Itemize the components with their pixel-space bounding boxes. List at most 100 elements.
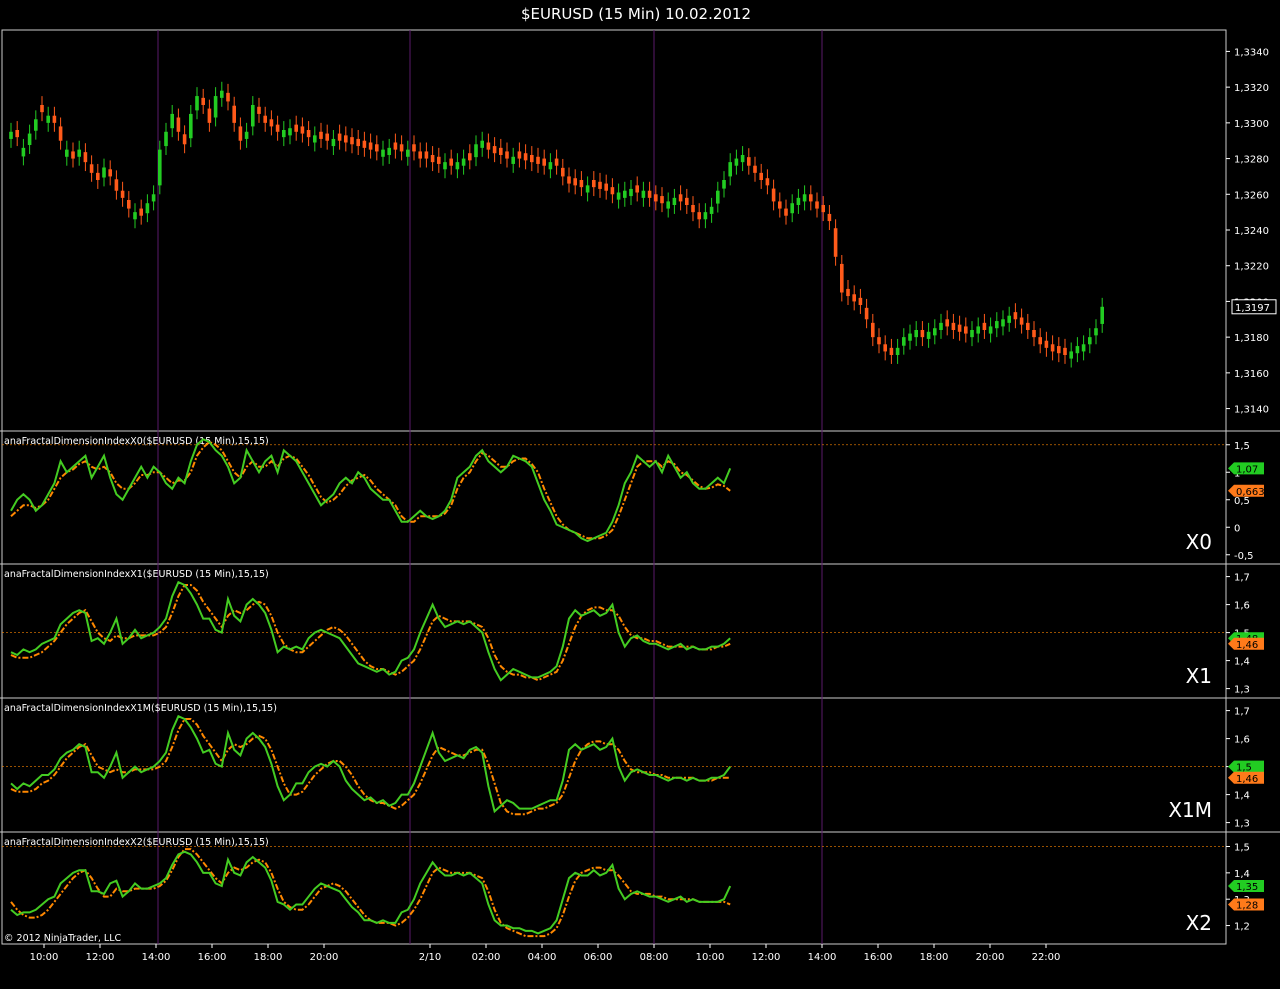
candle-body <box>325 133 329 141</box>
price-tick-label: 1,3180 <box>1234 333 1269 344</box>
candle-body <box>957 324 962 332</box>
candle-body <box>939 322 943 330</box>
candle-body <box>418 151 422 159</box>
panel-title: anaFractalDimensionIndexX1M($EURUSD (15 … <box>4 703 277 714</box>
candle-body <box>629 188 633 197</box>
time-tick-label: 14:00 <box>142 952 171 963</box>
candle-body <box>871 322 875 338</box>
candle-body <box>914 330 918 338</box>
candle-body <box>945 319 949 327</box>
candle-body <box>1001 319 1005 327</box>
candle-body <box>976 326 980 334</box>
indicator-value-label: 1,07 <box>1236 464 1258 475</box>
candle-body <box>672 197 677 205</box>
price-tick-label: 1,3160 <box>1234 369 1269 380</box>
price-tick-label: 1,3260 <box>1234 190 1269 201</box>
candle-body <box>703 212 708 220</box>
candle-body <box>883 344 887 352</box>
time-tick-label: 12:00 <box>86 952 115 963</box>
candle-body <box>306 130 311 138</box>
panel-name-label: X1 <box>1186 664 1212 688</box>
candle-body <box>443 162 447 170</box>
candle-body <box>1026 322 1030 330</box>
candle-body <box>554 158 559 166</box>
candle-body <box>350 137 354 145</box>
candle-body <box>393 142 398 150</box>
candle-body <box>678 194 683 202</box>
candle-body <box>232 105 236 123</box>
candle-body <box>1100 306 1104 324</box>
candle-body <box>988 326 993 334</box>
candle-body <box>598 181 602 189</box>
time-tick-label: 20:00 <box>976 952 1005 963</box>
time-tick-label: 14:00 <box>808 952 837 963</box>
price-tick-label: 1,3300 <box>1234 119 1269 130</box>
candle-body <box>505 151 509 159</box>
candle-body <box>9 131 13 139</box>
price-tick-label: 1,3220 <box>1234 262 1269 273</box>
candle-body <box>585 185 590 193</box>
candle-body <box>46 115 50 123</box>
candle-body <box>406 149 410 157</box>
candle-body <box>995 321 999 329</box>
candle-body <box>300 126 305 134</box>
time-tick-label: 18:00 <box>920 952 949 963</box>
candle-body <box>176 117 181 132</box>
candle-body <box>790 203 794 214</box>
candle-body <box>666 201 670 209</box>
candle-body <box>809 194 813 202</box>
indicator-tick-label: 1,7 <box>1234 707 1250 718</box>
indicator-line <box>10 714 732 814</box>
candle-body <box>747 157 751 166</box>
candle-body <box>1050 344 1055 352</box>
indicator-line <box>10 438 732 543</box>
window-title: $EURUSD (15 Min) 10.02.2012 <box>521 5 751 23</box>
candle-body <box>387 147 391 155</box>
time-tick-label: 04:00 <box>528 952 557 963</box>
indicator-value-label: 1,35 <box>1236 882 1258 893</box>
candle-body <box>933 328 937 336</box>
candle-body <box>275 124 280 132</box>
indicator-tick-label: 1,5 <box>1234 842 1250 853</box>
candle-body <box>784 208 788 216</box>
candle-body <box>238 126 243 141</box>
candle-body <box>480 140 484 148</box>
candle-body <box>430 155 435 163</box>
candle-body <box>83 152 88 163</box>
candle-body <box>902 337 906 346</box>
indicator-tick-label: 1,4 <box>1234 657 1250 668</box>
panel-name-label: X0 <box>1186 530 1212 554</box>
time-tick-label: 08:00 <box>640 952 669 963</box>
candle-body <box>375 144 379 152</box>
candle-body <box>226 92 230 102</box>
indicator-tick-label: 1,3 <box>1234 819 1250 830</box>
candle-body <box>288 128 292 136</box>
candle-body <box>920 330 925 338</box>
candle-body <box>616 192 621 200</box>
indicator-tick-label: 1,4 <box>1234 869 1250 880</box>
candle-body <box>926 331 931 339</box>
last-price-label: 1,3197 <box>1235 303 1270 314</box>
candle-body <box>52 115 57 123</box>
candle-body <box>511 156 515 164</box>
candle-body <box>158 149 162 186</box>
candle-body <box>579 180 584 188</box>
candle-body <box>802 194 807 202</box>
candle-body <box>424 151 429 159</box>
chart-canvas: $EURUSD (15 Min) 10.02.2012 © 2012 Ninja… <box>0 5 1280 963</box>
copyright-label: © 2012 NinjaTrader, LLC <box>4 933 121 944</box>
candle-body <box>833 228 838 257</box>
candle-body <box>623 190 627 198</box>
indicator-tick-label: 1,3 <box>1234 685 1250 696</box>
time-tick-label: 20:00 <box>310 952 339 963</box>
candle-body <box>21 147 26 157</box>
candle-body <box>716 190 720 204</box>
candle-body <box>244 131 249 139</box>
candle-body <box>908 333 912 341</box>
candle-body <box>1019 317 1024 325</box>
candle-body <box>356 138 360 147</box>
candle-body <box>740 155 745 163</box>
candle-body <box>89 164 94 173</box>
candle-body <box>164 131 168 147</box>
candle-body <box>170 113 174 129</box>
